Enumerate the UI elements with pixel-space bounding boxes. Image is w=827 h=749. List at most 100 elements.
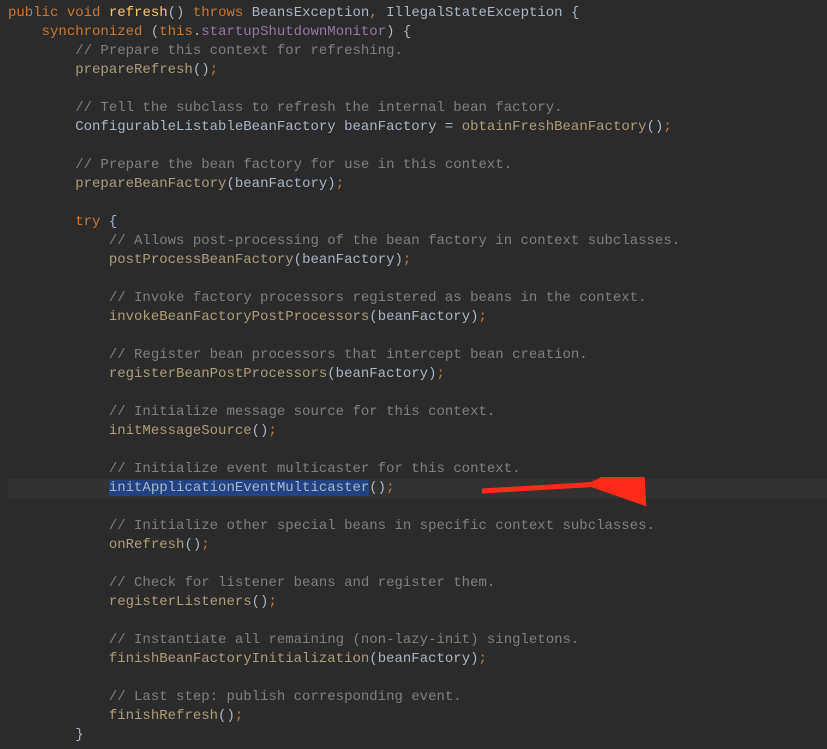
paren-open: ( [151, 24, 159, 40]
call-postProcessBeanFactory: postProcessBeanFactory [109, 252, 294, 268]
blank-line [8, 80, 827, 99]
call-prepareBeanFactory: prepareBeanFactory [75, 176, 226, 192]
semicolon: ; [210, 62, 218, 78]
call-initMessageSource: initMessageSource [109, 423, 252, 439]
call-prepareRefresh: prepareRefresh [75, 62, 193, 78]
dot: . [193, 24, 201, 40]
paren-open: ( [226, 176, 234, 192]
semicolon: ; [479, 309, 487, 325]
parens: () [218, 708, 235, 724]
code-editor[interactable]: public void refresh() throws BeansExcept… [0, 0, 827, 749]
parens: () [252, 423, 269, 439]
comment: // Check for listener beans and register… [109, 575, 495, 591]
brace: { [571, 5, 579, 21]
code-line: // Initialize message source for this co… [8, 403, 827, 422]
semicolon: ; [386, 480, 394, 496]
semicolon: ; [201, 537, 209, 553]
keyword-this: this [159, 24, 193, 40]
paren-close: ) [470, 309, 478, 325]
paren-close: ) [386, 24, 394, 40]
blank-line [8, 270, 827, 289]
blank-line [8, 327, 827, 346]
comment: // Instantiate all remaining (non-lazy-i… [109, 632, 579, 648]
parens: () [168, 5, 185, 21]
keyword-try: try [75, 214, 100, 230]
code-line: } [8, 726, 827, 745]
comment: // Register bean processors that interce… [109, 347, 588, 363]
keyword-void: void [67, 5, 101, 21]
var: beanFactory [344, 119, 436, 135]
parens: () [369, 480, 386, 496]
eq: = [445, 119, 453, 135]
code-line: finishRefresh(); [8, 707, 827, 726]
paren-open: ( [294, 252, 302, 268]
code-line: // Invoke factory processors registered … [8, 289, 827, 308]
semicolon: ; [479, 651, 487, 667]
code-line: registerListeners(); [8, 593, 827, 612]
code-line: // Check for listener beans and register… [8, 574, 827, 593]
code-line: // Allows post-processing of the bean fa… [8, 232, 827, 251]
blank-line [8, 137, 827, 156]
comment: // Invoke factory processors registered … [109, 290, 647, 306]
highlighted-line: initApplicationEventMulticaster(); [8, 479, 827, 498]
call-finishBeanFactoryInitialization: finishBeanFactoryInitialization [109, 651, 369, 667]
comment: // Last step: publish corresponding even… [109, 689, 462, 705]
code-line: prepareBeanFactory(beanFactory); [8, 175, 827, 194]
code-line: ConfigurableListableBeanFactory beanFact… [8, 118, 827, 137]
semicolon: ; [268, 594, 276, 610]
comment: // Prepare this context for refreshing. [75, 43, 403, 59]
semicolon: ; [336, 176, 344, 192]
paren-close: ) [327, 176, 335, 192]
comment: // Tell the subclass to refresh the inte… [75, 100, 562, 116]
code-line: registerBeanPostProcessors(beanFactory); [8, 365, 827, 384]
arg: beanFactory [378, 651, 470, 667]
parens: () [252, 594, 269, 610]
blank-line [8, 441, 827, 460]
comment: // Initialize event multicaster for this… [109, 461, 521, 477]
call-onRefresh: onRefresh [109, 537, 185, 553]
arg: beanFactory [378, 309, 470, 325]
call-registerListeners: registerListeners [109, 594, 252, 610]
parens: () [184, 537, 201, 553]
code-line: finishBeanFactoryInitialization(beanFact… [8, 650, 827, 669]
paren-open: ( [327, 366, 335, 382]
paren-close: ) [470, 651, 478, 667]
code-line: invokeBeanFactoryPostProcessors(beanFact… [8, 308, 827, 327]
comment: // Initialize other special beans in spe… [109, 518, 655, 534]
code-line: // Last step: publish corresponding even… [8, 688, 827, 707]
comment: // Allows post-processing of the bean fa… [109, 233, 680, 249]
code-line: postProcessBeanFactory(beanFactory); [8, 251, 827, 270]
brace-close: } [75, 727, 83, 743]
code-line: initMessageSource(); [8, 422, 827, 441]
exception-1: BeansException [252, 5, 370, 21]
code-line: onRefresh(); [8, 536, 827, 555]
code-line: // Tell the subclass to refresh the inte… [8, 99, 827, 118]
semicolon: ; [437, 366, 445, 382]
call-invokeBeanFactoryPostProcessors: invokeBeanFactoryPostProcessors [109, 309, 369, 325]
comment: // Initialize message source for this co… [109, 404, 495, 420]
keyword-synchronized: synchronized [42, 24, 143, 40]
paren-open: ( [369, 309, 377, 325]
semicolon: ; [268, 423, 276, 439]
semicolon: ; [235, 708, 243, 724]
arg: beanFactory [235, 176, 327, 192]
code-line: // Initialize other special beans in spe… [8, 517, 827, 536]
method-refresh: refresh [109, 5, 168, 21]
field-monitor: startupShutdownMonitor [201, 24, 386, 40]
code-line: // Instantiate all remaining (non-lazy-i… [8, 631, 827, 650]
code-line: // Register bean processors that interce… [8, 346, 827, 365]
code-line: public void refresh() throws BeansExcept… [8, 4, 827, 23]
blank-line [8, 555, 827, 574]
code-line: try { [8, 213, 827, 232]
comma: , [369, 5, 377, 21]
arg: beanFactory [336, 366, 428, 382]
parens: () [647, 119, 664, 135]
code-line: synchronized (this.startupShutdownMonito… [8, 23, 827, 42]
semicolon: ; [663, 119, 671, 135]
keyword-throws: throws [193, 5, 243, 21]
call-finishRefresh: finishRefresh [109, 708, 218, 724]
comment: // Prepare the bean factory for use in t… [75, 157, 512, 173]
code-line: // Initialize event multicaster for this… [8, 460, 827, 479]
blank-line [8, 498, 827, 517]
paren-close: ) [395, 252, 403, 268]
